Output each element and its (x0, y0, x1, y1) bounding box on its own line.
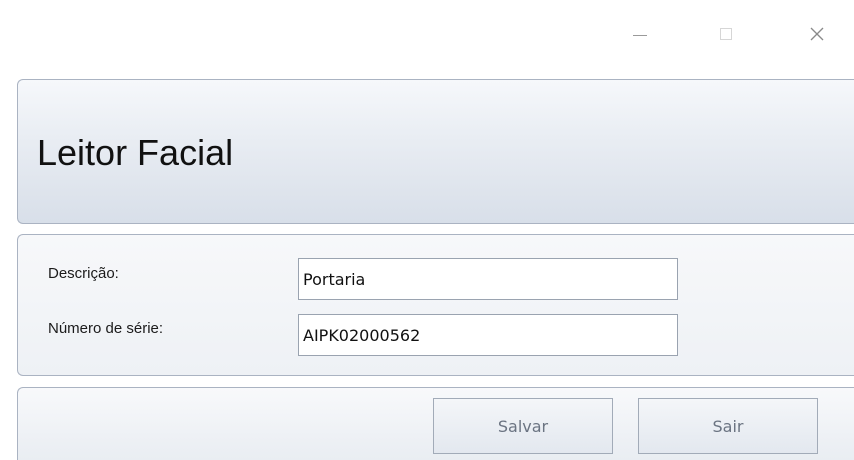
minimize-button[interactable] (620, 14, 660, 54)
maximize-icon (720, 28, 732, 40)
minimize-icon (633, 34, 647, 36)
descricao-label: Descrição: (48, 265, 119, 282)
maximize-button[interactable] (706, 14, 746, 54)
save-button[interactable]: Salvar (433, 398, 613, 454)
numero-serie-input[interactable] (298, 314, 678, 356)
form-panel: Descrição: Número de série: (17, 234, 854, 376)
close-button[interactable] (797, 14, 837, 54)
title-bar (0, 0, 854, 74)
descricao-input[interactable] (298, 258, 678, 300)
exit-button[interactable]: Sair (638, 398, 818, 454)
page-title: Leitor Facial (37, 132, 234, 173)
header-panel: Leitor Facial (17, 79, 854, 224)
close-icon (810, 27, 824, 41)
numero-serie-label: Número de série: (48, 320, 164, 337)
leitor-facial-window: Leitor Facial Descrição: Número de série… (0, 0, 854, 460)
footer-panel: Salvar Sair (17, 387, 854, 460)
